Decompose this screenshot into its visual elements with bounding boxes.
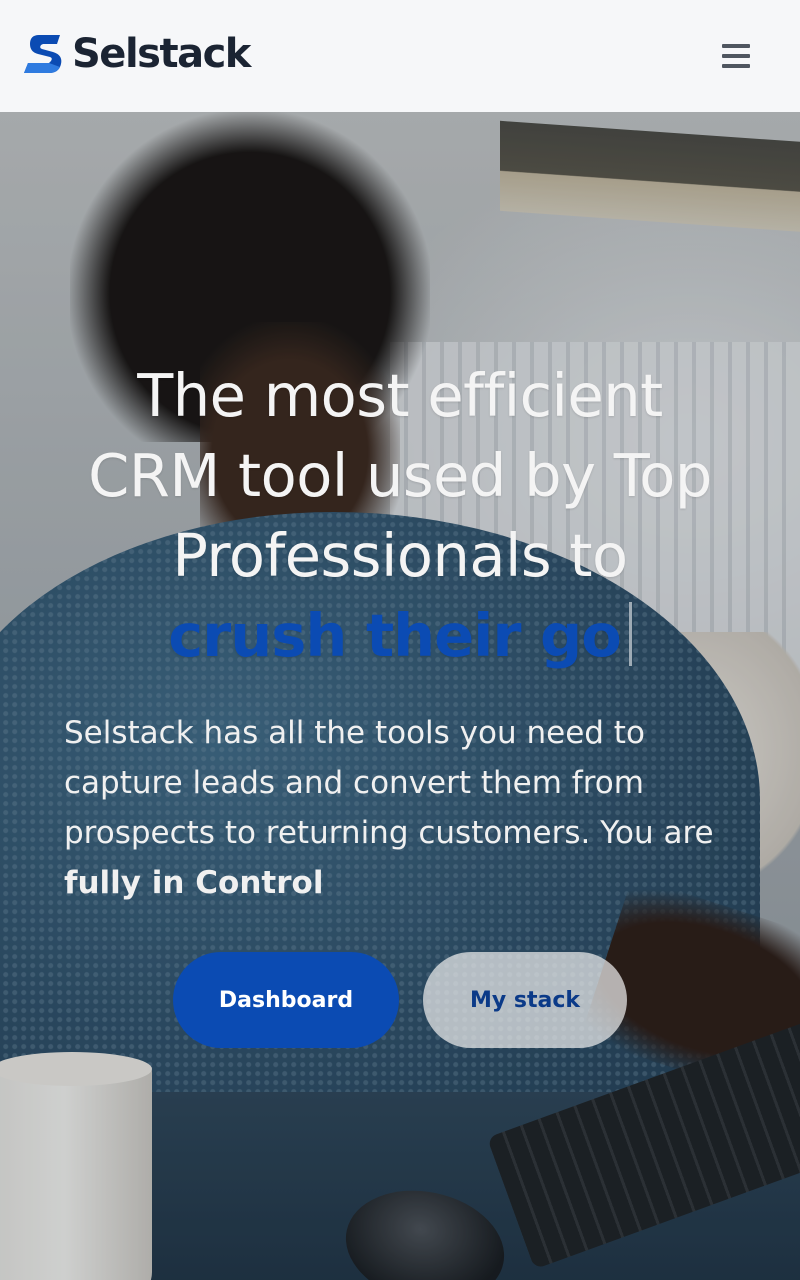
- headline-line: CRM tool used by Top: [88, 441, 712, 510]
- landing-page: Selstack The most efficient CRM tool use…: [0, 0, 800, 1280]
- hero-headline: The most efficient CRM tool used by Top …: [40, 356, 760, 676]
- description-text: Selstack has all the tools you need to c…: [64, 715, 714, 851]
- description-emphasis: fully in Control: [64, 865, 324, 901]
- hero-section: The most efficient CRM tool used by Top …: [0, 112, 800, 1280]
- hamburger-menu-icon: [722, 44, 750, 48]
- typing-cursor: [628, 602, 632, 666]
- logo-link[interactable]: Selstack: [24, 30, 251, 78]
- site-header: Selstack: [0, 0, 800, 112]
- hamburger-menu-icon: [722, 54, 750, 58]
- my-stack-button[interactable]: My stack: [423, 952, 627, 1048]
- headline-accent: crush their go: [168, 601, 622, 670]
- headline-accent-line: crush their go: [40, 596, 760, 676]
- dashboard-button[interactable]: Dashboard: [173, 952, 399, 1048]
- headline-line: The most efficient: [137, 361, 663, 430]
- hero-description: Selstack has all the tools you need to c…: [64, 708, 744, 908]
- menu-button[interactable]: [716, 36, 756, 76]
- brand-name: Selstack: [72, 31, 251, 77]
- selstack-logo-icon: [24, 35, 62, 73]
- headline-line: Professionals to: [172, 521, 628, 590]
- hamburger-menu-icon: [722, 64, 750, 68]
